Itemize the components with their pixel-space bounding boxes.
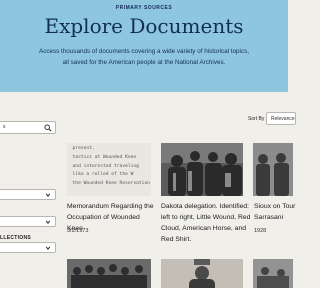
page-title: Explore Documents [44,14,244,38]
group-photo [253,143,293,196]
hero-banner: PRIMARY SOURCES Explore Documents Access… [0,0,288,92]
card-title-link[interactable]: Sioux on Tour Sarrasani [254,201,304,223]
document-text: present, tactics at Wounded Knee and int… [67,146,150,187]
sort-value: Relevance [271,116,295,122]
filter-select-1[interactable] [0,189,56,200]
document-thumbnail[interactable]: present, tactics at Wounded Knee and int… [67,143,151,196]
filter-select-2[interactable] [0,216,56,227]
sort-select[interactable]: Relevance [266,112,296,125]
group-photo [67,259,151,288]
portrait-photo [161,259,243,288]
filter-select-collections[interactable] [0,242,56,253]
sort-label: Sort By [248,116,265,122]
search-box[interactable] [0,121,56,134]
photo-thumbnail[interactable] [67,259,151,288]
card-date: 3/2/1973 [67,228,89,234]
card-title-link[interactable]: Dakota delegation. Identified: left to r… [161,201,251,245]
photo-thumbnail[interactable] [161,143,243,196]
search-input[interactable] [3,124,41,130]
card-date: 1928 [254,228,267,234]
chevron-down-icon [45,193,51,197]
chevron-down-icon [45,246,51,250]
group-photo [253,259,293,288]
photo-thumbnail[interactable] [253,143,293,196]
photo-thumbnail[interactable] [253,259,293,288]
hero-description: Access thousands of documents covering a… [39,48,249,66]
search-icon[interactable] [44,124,52,132]
collections-heading: LLECTIONS [0,235,32,241]
group-portrait-photo [161,143,243,196]
eyebrow-label: PRIMARY SOURCES [115,5,173,11]
chevron-down-icon [45,220,51,224]
photo-thumbnail[interactable] [161,259,243,288]
